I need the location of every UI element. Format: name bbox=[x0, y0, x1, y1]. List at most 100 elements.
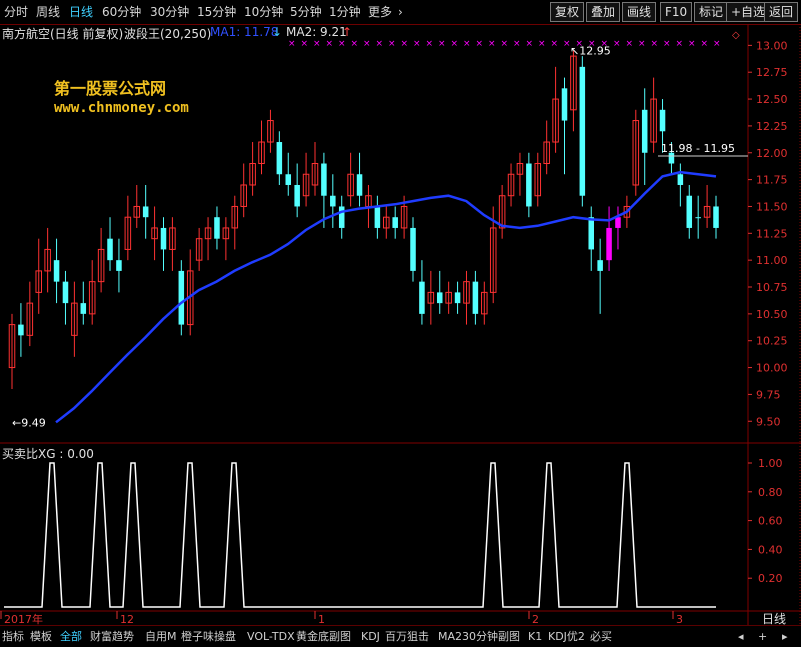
price-tick-label: 10.00 bbox=[756, 362, 788, 375]
price-tick-label: 12.00 bbox=[756, 147, 788, 160]
signal-marker-icon: × bbox=[401, 39, 409, 49]
sub-tick-label: 0.80 bbox=[758, 486, 783, 499]
buy-sell-ratio-line bbox=[4, 462, 716, 608]
bottom-item-kdj[interactable]: KDJ bbox=[361, 628, 380, 645]
bottom-item-million-snipe[interactable]: 百万狙击 bbox=[385, 628, 429, 645]
range-label: 11.98 - 11.95 bbox=[661, 142, 735, 155]
signal-marker-icon: × bbox=[551, 39, 559, 49]
f10-button[interactable]: F10 bbox=[660, 2, 693, 22]
sub-tick-label: 0.60 bbox=[758, 515, 783, 528]
price-tick-label: 11.50 bbox=[756, 200, 788, 213]
bottom-item-indicator[interactable]: 指标 bbox=[2, 628, 24, 645]
candle-body bbox=[641, 109, 648, 153]
candle-body bbox=[419, 281, 425, 314]
candle-body bbox=[454, 292, 461, 304]
candle-body bbox=[160, 227, 167, 250]
signal-marker-icon: × bbox=[451, 39, 459, 49]
candle-body bbox=[713, 206, 719, 228]
bottom-item-golden-bottom[interactable]: 黄金底副图 bbox=[296, 628, 351, 645]
signal-marker-icon: × bbox=[301, 39, 309, 49]
period-label: 日线 bbox=[762, 612, 786, 625]
candle-body bbox=[285, 174, 292, 185]
price-tick-label: 11.00 bbox=[756, 254, 788, 267]
diamond-icon: ◇ bbox=[732, 30, 740, 41]
low-price-label: ←9.49 bbox=[12, 416, 46, 429]
candle-body bbox=[80, 303, 87, 314]
bottom-item-all[interactable]: 全部 bbox=[60, 628, 82, 645]
bottom-item-k1[interactable]: K1 bbox=[528, 628, 542, 645]
nav-left-icon[interactable]: ◂ bbox=[738, 628, 744, 645]
time-tick-label: 12 bbox=[120, 613, 134, 625]
candle-body bbox=[62, 281, 69, 304]
bottom-item-template[interactable]: 模板 bbox=[30, 628, 52, 645]
candle-body bbox=[374, 206, 381, 228]
signal-marker-icon: × bbox=[426, 39, 434, 49]
more-chevron-icon[interactable]: › bbox=[398, 3, 403, 21]
tab-1min[interactable]: 1分钟 bbox=[329, 3, 361, 21]
signal-marker-icon: × bbox=[463, 39, 471, 49]
bottom-item-orange-trade[interactable]: 橙子味操盘 bbox=[181, 628, 236, 645]
candle-body bbox=[410, 227, 416, 271]
indicator-subchart[interactable]: 1.000.800.600.400.202017年 12 1 2 3 日线 bbox=[0, 443, 801, 625]
candle-body bbox=[392, 217, 398, 228]
signal-marker-icon: × bbox=[713, 39, 721, 49]
signal-marker-icon: × bbox=[376, 39, 384, 49]
candle-body bbox=[526, 163, 532, 207]
time-tick-label: 3 bbox=[676, 613, 683, 625]
candle-body bbox=[18, 324, 24, 336]
overlay-button[interactable]: 叠加 bbox=[586, 2, 621, 22]
signal-marker-icon: × bbox=[488, 39, 496, 49]
watermark-url: www.chnmoney.com bbox=[54, 100, 189, 116]
zoom-plus-icon[interactable]: + bbox=[758, 628, 767, 645]
tab-10min[interactable]: 10分钟 bbox=[244, 3, 283, 21]
bottom-item-custom-m[interactable]: 自用M bbox=[145, 628, 177, 645]
top-toolbar: 分时 周线 日线 60分钟 30分钟 15分钟 10分钟 5分钟 1分钟 更多 … bbox=[0, 0, 801, 25]
signal-marker-icon: × bbox=[513, 39, 521, 49]
candle-body bbox=[597, 260, 603, 271]
tab-5min[interactable]: 5分钟 bbox=[290, 3, 322, 21]
high-price-label: ↖12.95 bbox=[570, 45, 611, 58]
candle-body bbox=[53, 260, 60, 282]
signal-marker-icon: × bbox=[438, 39, 446, 49]
bottom-item-kdj-opt2[interactable]: KDJ优2 bbox=[548, 628, 585, 645]
tab-more[interactable]: 更多 bbox=[368, 3, 392, 21]
candle-body bbox=[142, 206, 149, 218]
tab-30min[interactable]: 30分钟 bbox=[150, 3, 189, 21]
nav-right-icon[interactable]: ▸ bbox=[782, 628, 788, 645]
bottom-item-vol-tdx[interactable]: VOL-TDX bbox=[247, 628, 295, 645]
signal-marker-icon: × bbox=[538, 39, 546, 49]
subchart-label: 买卖比XG : 0.00 bbox=[2, 447, 94, 461]
candle-body bbox=[107, 238, 113, 261]
signal-marker-icon: × bbox=[501, 39, 509, 49]
signal-marker-icon: × bbox=[351, 39, 359, 49]
time-tick-label: 2017年 bbox=[4, 612, 43, 625]
signal-marker-icon: × bbox=[388, 39, 396, 49]
candle-body bbox=[686, 195, 693, 228]
price-tick-label: 12.50 bbox=[756, 93, 788, 106]
candle-body bbox=[579, 66, 586, 196]
candle-body bbox=[606, 227, 612, 261]
candle-body bbox=[436, 292, 443, 304]
signal-marker-icon: × bbox=[663, 39, 671, 49]
tab-60min[interactable]: 60分钟 bbox=[102, 3, 141, 21]
back-button[interactable]: 返回 bbox=[764, 2, 799, 22]
price-tick-label: 12.75 bbox=[756, 66, 788, 79]
restore-rights-button[interactable]: 复权 bbox=[550, 2, 585, 22]
candle-body bbox=[338, 206, 345, 228]
bottom-item-30min-sub[interactable]: 30分钟副图 bbox=[462, 628, 520, 645]
sub-tick-label: 1.00 bbox=[758, 457, 783, 470]
bottom-item-ma2[interactable]: MA2 bbox=[438, 628, 462, 645]
candle-body bbox=[695, 217, 701, 219]
draw-line-button[interactable]: 画线 bbox=[622, 2, 657, 22]
bottom-item-must-buy[interactable]: 必买 bbox=[590, 628, 612, 645]
tab-weekly[interactable]: 周线 bbox=[36, 3, 60, 21]
price-tick-label: 12.25 bbox=[756, 120, 788, 133]
tab-intraday[interactable]: 分时 bbox=[4, 3, 28, 21]
watermark-title: 第一股票公式网 bbox=[54, 79, 167, 98]
tab-15min[interactable]: 15分钟 bbox=[197, 3, 236, 21]
price-tick-label: 9.50 bbox=[756, 415, 781, 428]
tab-daily[interactable]: 日线 bbox=[69, 3, 93, 21]
mark-button[interactable]: 标记 bbox=[694, 2, 729, 22]
bottom-item-wealth-trend[interactable]: 财富趋势 bbox=[90, 628, 134, 645]
candle-body bbox=[588, 217, 595, 250]
